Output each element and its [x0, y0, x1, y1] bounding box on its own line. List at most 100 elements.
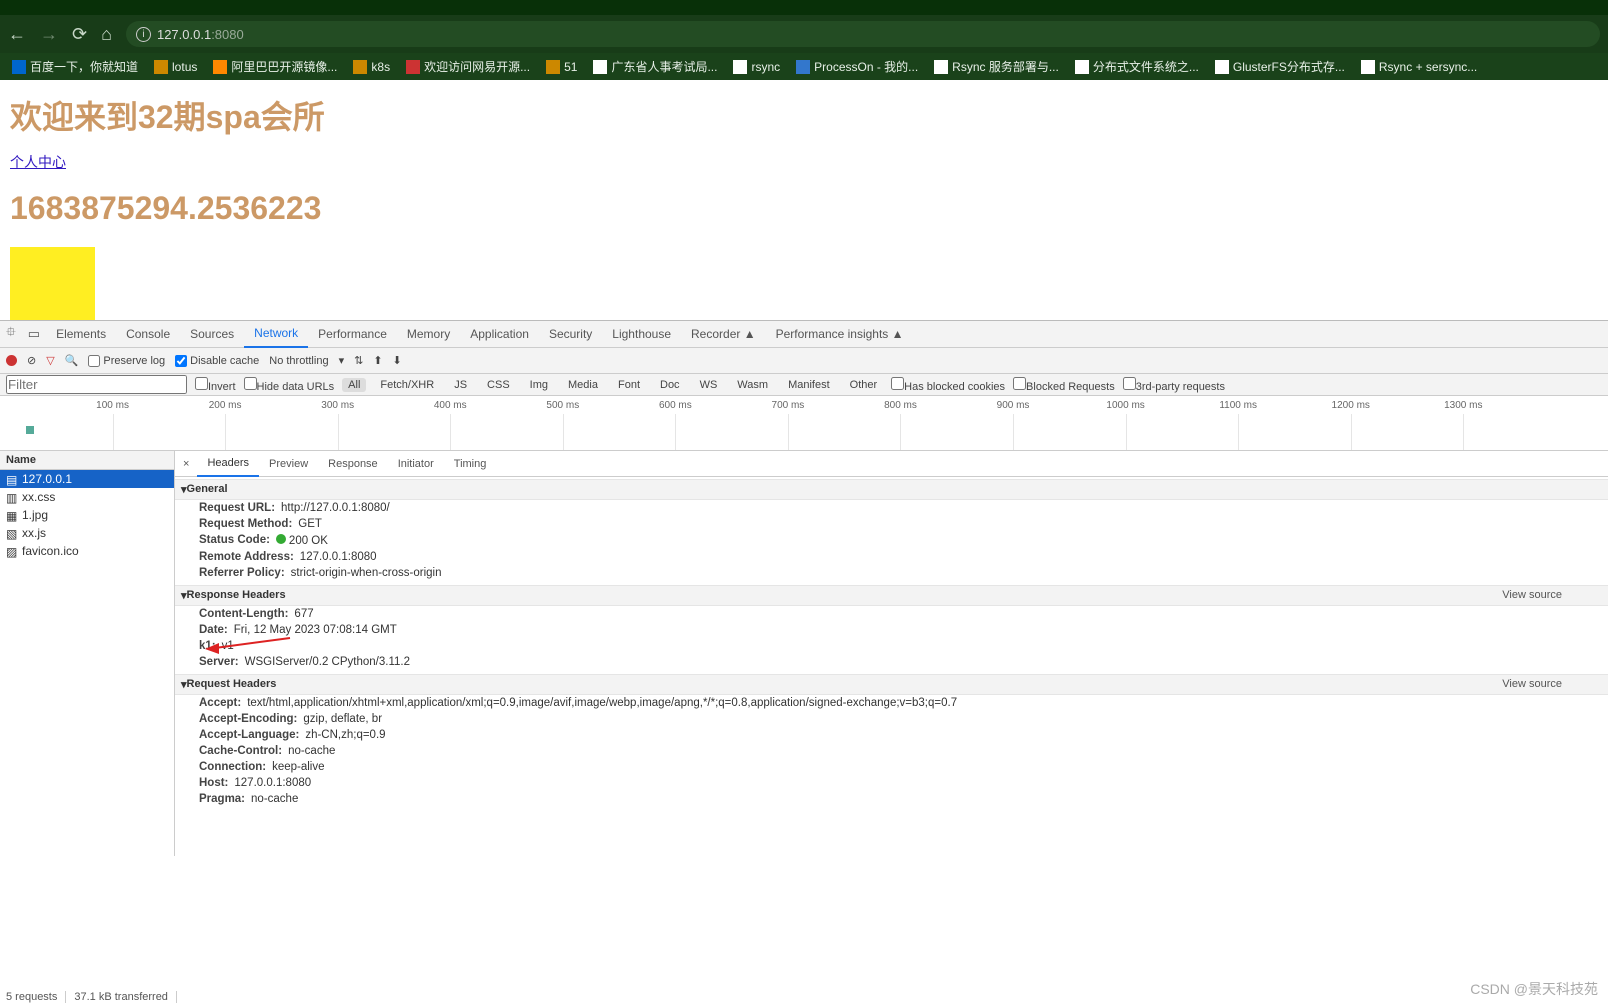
arrow-annotation-icon [205, 635, 295, 655]
status-bar: 5 requests 37.1 kB transferred [6, 991, 177, 1003]
type-other[interactable]: Other [844, 378, 884, 392]
tab-lighthouse[interactable]: Lighthouse [602, 321, 681, 348]
bookmark-item[interactable]: 欢迎访问网易开源... [402, 56, 534, 77]
bookmark-item[interactable]: 51 [542, 58, 581, 76]
section-header-request[interactable]: ▾ Request HeadersView source [175, 674, 1608, 695]
request-row[interactable]: ▨favicon.ico [0, 542, 174, 560]
bookmarks-bar: 百度一下，你就知道 lotus 阿里巴巴开源镜像... k8s 欢迎访问网易开源… [0, 53, 1608, 80]
request-list: Name ▤127.0.0.1 ▥xx.css ▦1.jpg ▧xx.js ▨f… [0, 451, 175, 856]
column-header-name[interactable]: Name [0, 451, 174, 470]
folder-icon [353, 60, 367, 74]
ico-icon: ▨ [6, 545, 18, 557]
page-title: 欢迎来到32期spa会所 [10, 92, 1598, 138]
request-row[interactable]: ▤127.0.0.1 [0, 470, 174, 488]
status-dot-icon [276, 534, 286, 544]
doc-icon: ▤ [6, 473, 18, 485]
type-all[interactable]: All [342, 378, 366, 392]
clear-button[interactable]: ⊘ [27, 354, 36, 367]
bookmark-item[interactable]: 阿里巴巴开源镜像... [209, 56, 341, 77]
third-party-checkbox[interactable]: 3rd-party requests [1123, 377, 1225, 393]
filter-input[interactable] [6, 375, 187, 394]
upload-icon[interactable]: ⬆ [373, 354, 382, 367]
filter-bar: Invert Hide data URLs All Fetch/XHR JS C… [0, 374, 1608, 396]
blocked-requests-checkbox[interactable]: Blocked Requests [1013, 377, 1115, 393]
type-fetch[interactable]: Fetch/XHR [374, 378, 440, 392]
tab-application[interactable]: Application [460, 321, 539, 348]
favicon-icon [1075, 60, 1089, 74]
browser-toolbar: ← → ⟳ ⌂ i 127.0.0.1:8080 [0, 15, 1608, 53]
close-detail-button[interactable]: × [175, 458, 197, 470]
bookmark-item[interactable]: rsync [729, 58, 784, 76]
hide-data-urls-checkbox[interactable]: Hide data URLs [244, 377, 335, 393]
home-button[interactable]: ⌂ [101, 24, 112, 45]
tab-recorder[interactable]: Recorder ▲ [681, 321, 766, 348]
tab-sources[interactable]: Sources [180, 321, 244, 348]
bookmark-item[interactable]: lotus [150, 58, 201, 76]
bookmark-item[interactable]: ProcessOn - 我的... [792, 56, 922, 77]
wifi-icon[interactable]: ⇅ [354, 354, 363, 367]
request-row[interactable]: ▧xx.js [0, 524, 174, 542]
bookmark-item[interactable]: 广东省人事考试局... [589, 56, 721, 77]
section-header-general[interactable]: ▾ General [175, 479, 1608, 500]
disable-cache-checkbox[interactable]: Disable cache [175, 355, 259, 367]
request-headers-section: ▾ Request HeadersView source Accept:text… [175, 672, 1608, 809]
bookmark-item[interactable]: 百度一下，你就知道 [8, 56, 142, 77]
type-js[interactable]: JS [448, 378, 473, 392]
tab-elements[interactable]: Elements [46, 321, 116, 348]
tab-perf-insights[interactable]: Performance insights ▲ [766, 321, 914, 348]
request-row[interactable]: ▦1.jpg [0, 506, 174, 524]
tab-network[interactable]: Network [244, 321, 308, 348]
type-font[interactable]: Font [612, 378, 646, 392]
back-button[interactable]: ← [8, 24, 26, 45]
tab-timing[interactable]: Timing [444, 451, 497, 477]
bookmark-item[interactable]: 分布式文件系统之... [1071, 56, 1203, 77]
has-blocked-cookies-checkbox[interactable]: Has blocked cookies [891, 377, 1005, 393]
tab-strip [0, 0, 1608, 15]
forward-button[interactable]: → [40, 24, 58, 45]
tab-response[interactable]: Response [318, 451, 388, 477]
tab-headers[interactable]: Headers [197, 451, 259, 477]
record-button[interactable] [6, 355, 17, 366]
address-bar[interactable]: i 127.0.0.1:8080 [126, 21, 1600, 47]
type-doc[interactable]: Doc [654, 378, 686, 392]
inspect-icon[interactable]: ⯐ [0, 323, 22, 345]
preserve-log-checkbox[interactable]: Preserve log [88, 355, 165, 367]
view-source-link[interactable]: View source [1502, 589, 1562, 602]
search-icon[interactable]: 🔍 [65, 354, 79, 367]
tab-memory[interactable]: Memory [397, 321, 460, 348]
download-icon[interactable]: ⬇ [393, 354, 402, 367]
throttling-select[interactable]: No throttling [269, 355, 328, 367]
type-manifest[interactable]: Manifest [782, 378, 836, 392]
tab-performance[interactable]: Performance [308, 321, 397, 348]
type-wasm[interactable]: Wasm [731, 378, 774, 392]
section-header-response[interactable]: ▾ Response HeadersView source [175, 585, 1608, 606]
timeline[interactable]: 100 ms 200 ms 300 ms 400 ms 500 ms 600 m… [0, 396, 1608, 451]
favicon-icon [1215, 60, 1229, 74]
bookmark-item[interactable]: Rsync + sersync... [1357, 58, 1481, 76]
tab-preview[interactable]: Preview [259, 451, 318, 477]
request-row[interactable]: ▥xx.css [0, 488, 174, 506]
device-icon[interactable]: ▭ [22, 326, 46, 342]
tab-security[interactable]: Security [539, 321, 602, 348]
network-toolbar: ⊘ ▽ 🔍 Preserve log Disable cache No thro… [0, 348, 1608, 374]
tab-initiator[interactable]: Initiator [388, 451, 444, 477]
page-content: 欢迎来到32期spa会所 个人中心 1683875294.2536223 [0, 80, 1608, 320]
type-css[interactable]: CSS [481, 378, 516, 392]
info-icon[interactable]: i [136, 27, 151, 42]
response-headers-section: ▾ Response HeadersView source Content-Le… [175, 583, 1608, 672]
bookmark-item[interactable]: Rsync 服务部署与... [930, 56, 1063, 77]
type-img[interactable]: Img [524, 378, 554, 392]
tab-console[interactable]: Console [116, 321, 180, 348]
reload-button[interactable]: ⟳ [72, 24, 87, 45]
invert-checkbox[interactable]: Invert [195, 377, 236, 393]
favicon-icon [593, 60, 607, 74]
bookmark-item[interactable]: GlusterFS分布式存... [1211, 56, 1349, 77]
favicon-icon [1361, 60, 1375, 74]
type-ws[interactable]: WS [694, 378, 724, 392]
personal-center-link[interactable]: 个人中心 [10, 154, 66, 170]
filter-icon[interactable]: ▽ [46, 354, 54, 367]
favicon-icon [733, 60, 747, 74]
view-source-link[interactable]: View source [1502, 678, 1562, 691]
type-media[interactable]: Media [562, 378, 604, 392]
bookmark-item[interactable]: k8s [349, 58, 394, 76]
